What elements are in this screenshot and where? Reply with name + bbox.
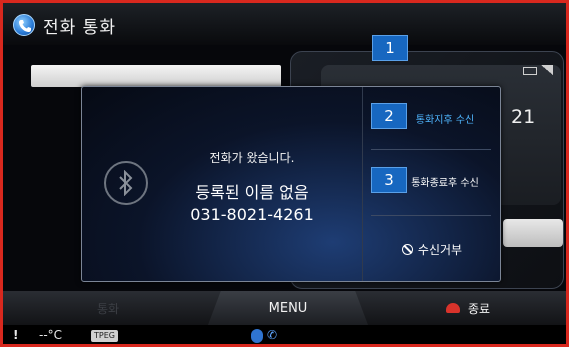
menu-button[interactable]: MENU [208,291,368,325]
callout-3: 3 [371,167,407,193]
signal-icon [541,65,553,75]
hang-up-icon [445,303,460,313]
bluetooth-icon [104,161,148,205]
option-divider [371,215,491,216]
incoming-call-popup: 전화가 왔습니다. 등록된 이름 없음 031-8021-4261 통화지후 수… [81,86,501,282]
reject-call-button[interactable]: 수신거부 [363,217,501,281]
bluetooth-status-icon [251,329,263,343]
callout-1: 1 [372,35,408,61]
background-search-field [31,65,281,87]
caller-name: 등록된 이름 없음 [195,183,309,202]
phone-app-icon [13,14,35,36]
callout-2: 2 [371,103,407,129]
status-bar: ! --°C TPEG ✆ [3,325,566,344]
background-number-fragment: 21 [511,106,536,128]
call-button[interactable]: 통화 [13,291,203,325]
reject-call-label: 수신거부 [417,242,463,257]
background-slider [503,219,563,247]
end-call-button[interactable]: 종료 [373,291,563,325]
end-call-label: 종료 [467,301,491,316]
screen-frame: 전화 통화 21 전화가 왔습니다. 등록된 이름 없음 031-8021-42… [0,0,569,347]
incoming-call-message: 전화가 왔습니다. [209,151,295,165]
title-bar: 전화 통화 [3,3,566,45]
caller-number: 031-8021-4261 [190,205,314,224]
battery-icon [523,67,537,75]
warning-icon: ! [13,328,19,342]
caller-info: 전화가 왔습니다. 등록된 이름 없음 031-8021-4261 [82,87,362,281]
block-icon [401,243,413,255]
menu-button-label: MENU [268,300,308,316]
temperature-readout: --°C [39,328,63,342]
call-button-label: 통화 [96,301,120,316]
window-title: 전화 통화 [43,18,116,38]
tpeg-badge: TPEG [91,330,118,342]
bottom-bar: 통화 MENU 종료 [3,291,566,325]
phone-status-icon: ✆ [267,328,278,342]
